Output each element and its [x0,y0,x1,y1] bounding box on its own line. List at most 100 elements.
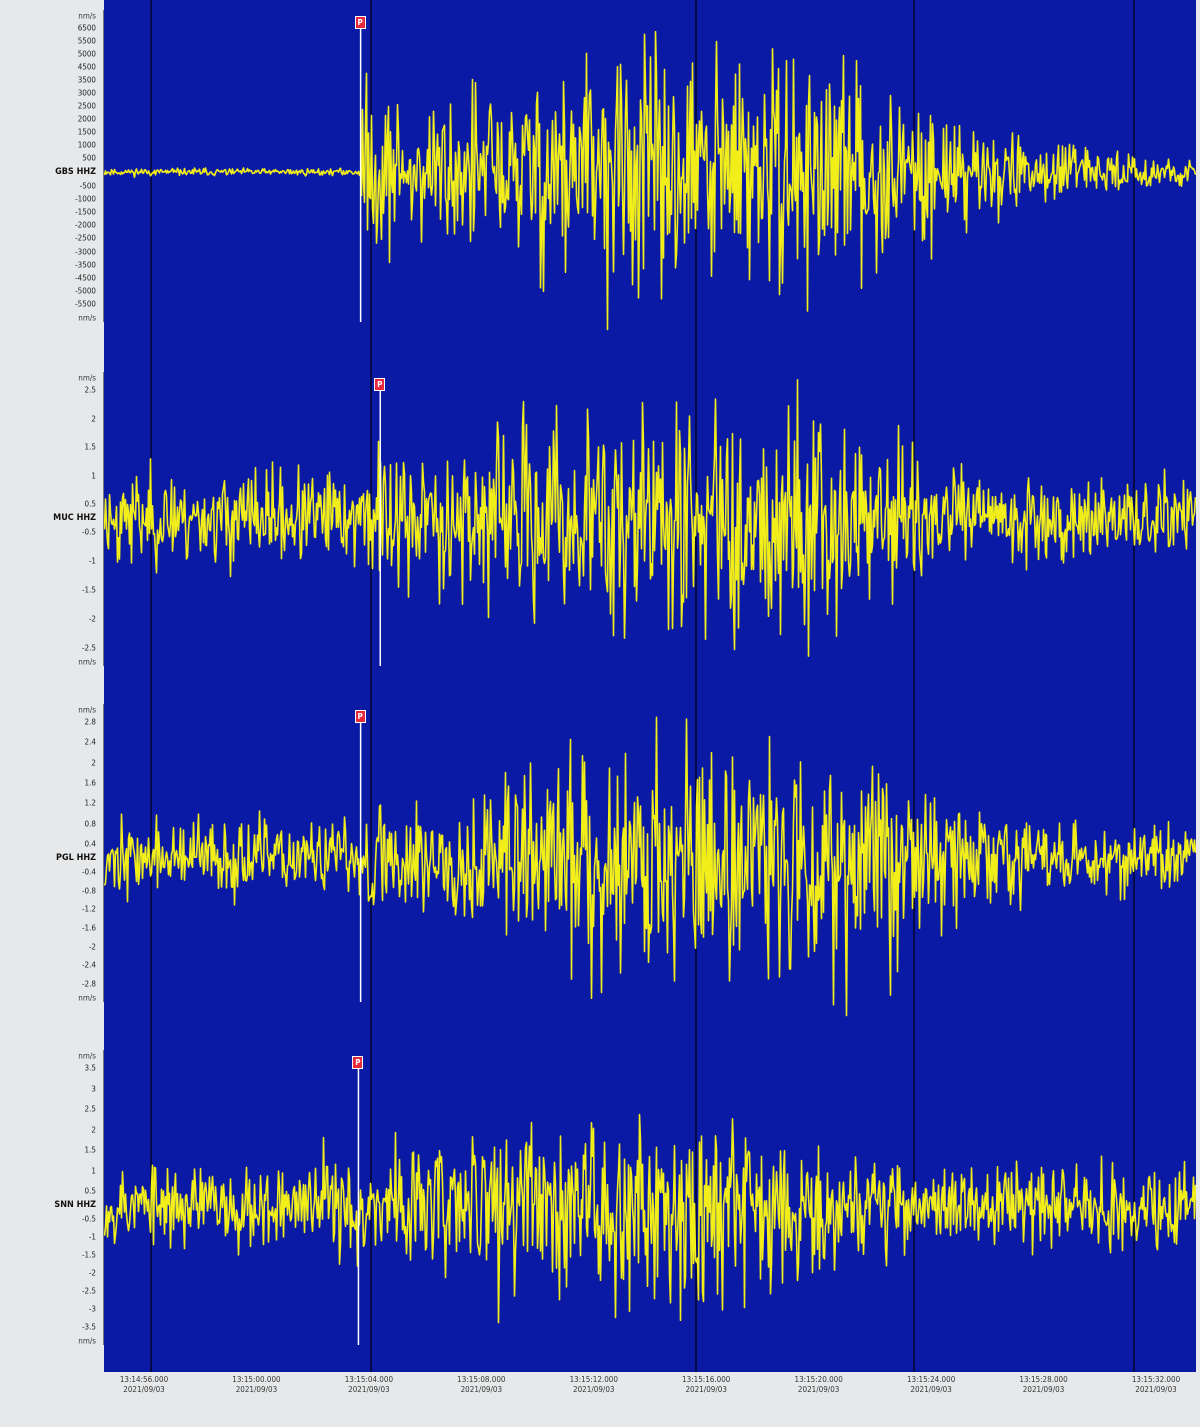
x-tick-label: 13:15:16.000 2021/09/03 [682,1375,730,1395]
x-tick-label: 13:15:24.000 2021/09/03 [907,1375,955,1395]
x-tick-date: 2021/09/03 [460,1385,503,1394]
x-tick-date: 2021/09/03 [348,1385,390,1394]
y-tick-label: -2500 [75,233,96,243]
x-tick-time: 13:15:12.000 [569,1375,618,1384]
x-tick-date: 2021/09/03 [123,1385,165,1394]
y-unit-label: nm/s [78,657,96,667]
station-label: SNN HHZ [54,1200,96,1210]
y-tick-label: -3 [88,1304,96,1314]
y-tick-label: 3500 [77,75,96,85]
x-tick-label: 13:15:00.000 2021/09/03 [232,1375,280,1395]
y-tick-label: -2.4 [81,960,96,970]
x-tick-date: 2021/09/03 [797,1385,840,1394]
x-tick-label: 13:15:28.000 2021/09/03 [1019,1375,1067,1395]
y-unit-label: nm/s [78,11,96,21]
y-tick-label: 1 [91,1166,96,1175]
pick-marker[interactable]: P [352,1056,364,1069]
pick-marker[interactable]: P [374,378,386,391]
y-tick-label: -1.6 [81,923,96,933]
y-tick-label: 3 [91,1084,96,1093]
y-tick-label: 5000 [77,49,96,59]
amplitude-axis: 3.5 3 2.5 2 1.5 1 0.5 -0.5 -1 -1.5 -2 -2.5 -3 -3.5 nm/… [0,1050,104,1346]
waveform-canvas [104,0,1196,1372]
x-tick-time: 13:15:08.000 [457,1375,506,1384]
y-tick-label: -2000 [75,220,96,230]
waveform-trace-snn-hhz [104,1113,1196,1324]
pick-marker[interactable]: P [354,710,366,723]
y-tick-label: 0.8 [84,819,96,829]
y-tick-label: 0.5 [84,499,96,509]
x-tick-date: 2021/09/03 [1022,1385,1065,1394]
x-tick-time: 13:15:04.000 [344,1375,394,1384]
x-tick-label: 13:15:32.000 2021/09/03 [1132,1375,1180,1395]
y-tick-label: 2.8 [84,717,96,727]
y-unit-label: nm/s [78,1336,96,1346]
x-tick-label: 13:15:12.000 2021/09/03 [570,1375,618,1395]
x-tick-time: 13:15:32.000 [1131,1375,1181,1384]
y-tick-label: 0.4 [84,839,96,849]
y-tick-label: -3000 [75,247,96,257]
y-tick-label: 3.5 [84,1063,96,1073]
waveform-trace-pgl-hhz [104,716,1196,1017]
y-tick-label: -5500 [75,299,96,309]
y-tick-label: -0.4 [81,867,96,877]
x-tick-label: 13:14:56.000 2021/09/03 [120,1375,168,1395]
x-tick-time: 13:15:16.000 [682,1375,731,1384]
y-tick-label: 2.4 [84,737,96,747]
y-tick-label: -0.5 [81,527,96,537]
y-tick-label: -2.5 [81,1286,96,1296]
y-tick-label: -0.5 [81,1214,96,1224]
y-tick-label: 500 [82,153,96,163]
y-unit-label: nm/s [78,1051,96,1061]
y-tick-label: 2 [91,758,96,768]
y-tick-label: 2.5 [84,385,96,395]
y-tick-label: 2500 [77,101,96,111]
y-tick-label: 2 [91,414,96,423]
y-unit-label: nm/s [78,705,96,715]
y-tick-label: -5000 [75,286,96,296]
pick-marker[interactable]: P [354,16,366,29]
y-tick-label: -1 [88,1232,96,1242]
seismogram-viewer: 6500 5500 5000 4500 3500 3000 2500 2000 1500 1000… [0,0,1200,1427]
y-tick-label: -1.2 [81,904,96,914]
x-tick-date: 2021/09/03 [235,1385,278,1394]
plot-area[interactable] [104,0,1196,1372]
amplitude-axis: 6500 5500 5000 4500 3500 3000 2500 2000 1500 1000… [0,10,104,323]
y-tick-label: 5500 [77,36,96,46]
x-tick-time: 13:14:56.000 [119,1375,169,1384]
y-tick-label: -2.5 [81,643,96,653]
x-tick-time: 13:15:20.000 [794,1375,843,1384]
y-tick-label: 2000 [77,114,96,124]
station-label: GBS HHZ [55,167,96,177]
y-tick-label: 1 [91,471,96,480]
y-tick-label: -0.8 [81,886,96,896]
x-tick-date: 2021/09/03 [573,1385,615,1394]
y-tick-label: -1.5 [81,1250,96,1260]
y-tick-label: 3000 [77,88,96,98]
x-tick-label: 13:15:08.000 2021/09/03 [457,1375,505,1395]
y-tick-label: -1.5 [81,585,96,595]
y-tick-label: -1500 [75,207,96,217]
amplitude-axis: 2.8 2.4 2 1.6 1.2 0.8 0.4 -0.4 -0.8 -1.2 -1.6 -2 -2.… [0,704,104,1003]
y-tick-label: 1.5 [84,442,96,452]
amplitude-axis: 2.5 2 1.5 1 0.5 -0.5 -1 -1.5 -2 -2.5 nm/s nm/s MUC H… [0,372,104,667]
y-tick-label: -3.5 [81,1322,96,1332]
waveform-trace-gbs-hhz [104,30,1196,331]
waveform-trace-muc-hhz [104,379,1196,657]
x-tick-label: 13:15:04.000 2021/09/03 [345,1375,393,1395]
x-tick-date: 2021/09/03 [1135,1385,1177,1394]
y-tick-label: 6500 [77,23,96,33]
y-tick-label: -2 [88,1268,96,1278]
y-tick-label: 1.6 [84,778,96,788]
x-tick-time: 13:15:24.000 [906,1375,956,1384]
x-tick-time: 13:15:28.000 [1019,1375,1068,1384]
y-tick-label: 1.2 [84,798,96,808]
station-label: MUC HHZ [53,513,96,523]
station-label: PGL HHZ [56,853,96,863]
y-tick-label: -3500 [75,260,96,270]
time-axis: 13:14:56.000 2021/09/03 13:15:00.000 2021/0… [104,1372,1196,1427]
x-tick-date: 2021/09/03 [910,1385,952,1394]
y-tick-label: 1.5 [84,1145,96,1155]
y-tick-label: -2.8 [81,979,96,989]
y-tick-label: -1000 [75,194,96,204]
